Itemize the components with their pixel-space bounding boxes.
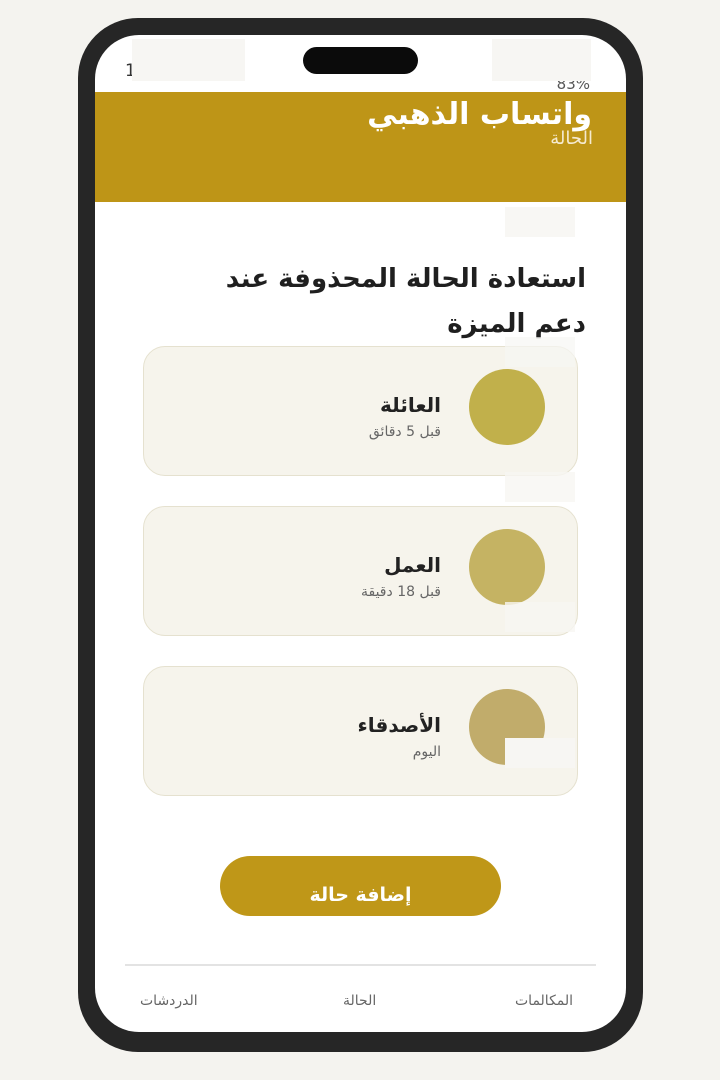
status-time-ago: قبل 5 دقائق xyxy=(368,424,441,440)
nav-item-calls[interactable]: المكالمات xyxy=(515,993,573,1009)
phone-screen: 1 83% واتساب الذهبي الحالة استعادة الحال… xyxy=(95,35,626,1032)
overlay-artifact xyxy=(505,472,575,502)
nav-item-chats[interactable]: الدردشات xyxy=(140,993,198,1009)
overlay-artifact xyxy=(492,39,591,81)
status-name: العمل xyxy=(384,553,441,577)
add-status-button[interactable]: إضافة حالة xyxy=(220,856,501,916)
status-time-ago: قبل 18 دقيقة xyxy=(360,584,441,600)
overlay-artifact xyxy=(505,602,575,632)
status-name: العائلة xyxy=(380,393,441,417)
avatar xyxy=(469,369,545,445)
status-name: الأصدقاء xyxy=(357,713,441,737)
status-time-ago: اليوم xyxy=(412,744,441,760)
bottom-nav-divider xyxy=(125,964,596,966)
overlay-artifact xyxy=(505,738,575,768)
overlay-artifact xyxy=(505,337,575,367)
app-title: واتساب الذهبي xyxy=(367,97,592,132)
restore-deleted-status-message: استعادة الحالة المحذوفة عند دعم الميزة xyxy=(225,264,586,339)
tab-status[interactable]: الحالة xyxy=(550,128,593,149)
nav-item-status[interactable]: الحالة xyxy=(343,993,376,1009)
avatar xyxy=(469,529,545,605)
phone-frame: 1 83% واتساب الذهبي الحالة استعادة الحال… xyxy=(78,18,643,1052)
camera-notch xyxy=(303,47,418,74)
overlay-artifact xyxy=(505,207,575,237)
overlay-artifact xyxy=(132,39,245,81)
status-card-friends[interactable]: الأصدقاء اليوم xyxy=(143,666,578,796)
